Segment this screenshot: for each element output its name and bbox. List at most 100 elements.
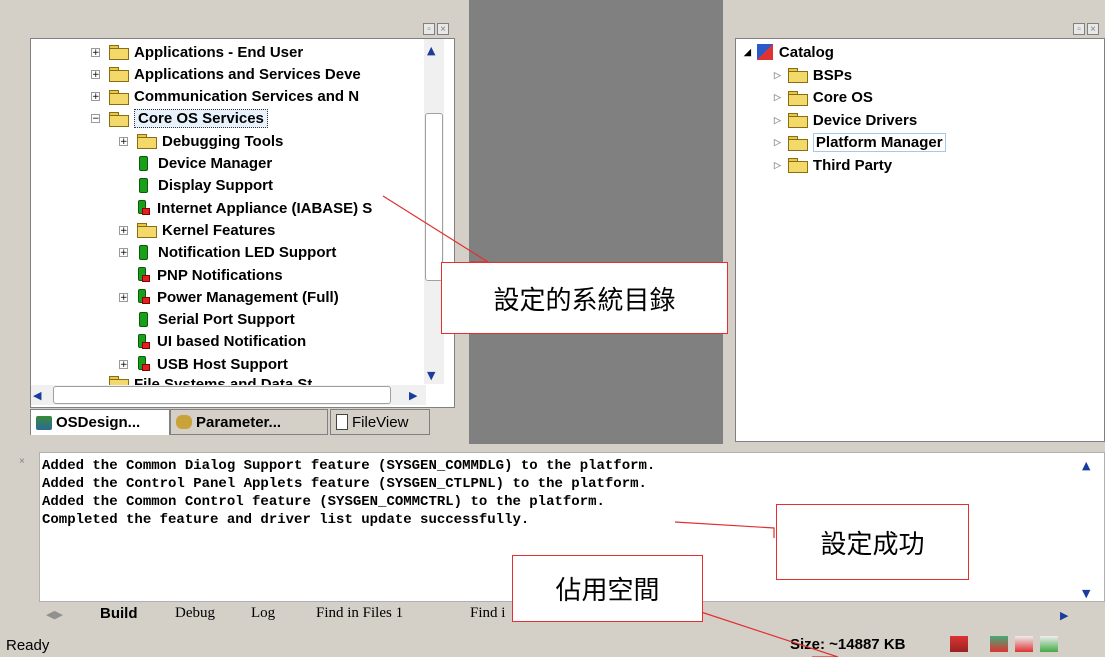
output-scroll-up-arrow-icon[interactable]: ▲ bbox=[1082, 459, 1090, 472]
callout-success: 設定成功 bbox=[776, 504, 969, 580]
tab-osdesign-label: OSDesign... bbox=[56, 414, 141, 431]
tree-item-label: Notification LED Support bbox=[158, 244, 337, 262]
size-indicator: Size: ~14887 KB bbox=[790, 636, 906, 653]
parameter-icon bbox=[176, 415, 192, 429]
tree-item[interactable]: + Debugging Tools bbox=[119, 130, 283, 152]
tree-item[interactable]: + USB Host Support bbox=[119, 353, 288, 375]
tab-find-in-files-2[interactable]: Find i bbox=[470, 605, 505, 622]
scroll-up-arrow-icon[interactable]: ▲ bbox=[427, 44, 435, 57]
catalog-item[interactable]: ▷ Platform Manager bbox=[774, 132, 946, 154]
tree-item[interactable]: + Applications and Services Deve bbox=[91, 63, 361, 85]
expand-triangle-icon[interactable]: ▷ bbox=[774, 137, 781, 148]
expand-triangle-icon[interactable]: ▷ bbox=[774, 115, 781, 126]
expand-icon[interactable]: + bbox=[119, 225, 128, 235]
tree-item-label: Applications and Services Deve bbox=[134, 65, 361, 83]
expand-icon[interactable]: + bbox=[119, 136, 128, 146]
output-scroll-down-arrow-icon[interactable]: ▼ bbox=[1082, 587, 1090, 600]
expand-icon[interactable]: + bbox=[91, 47, 100, 57]
scroll-left-arrow-icon[interactable]: ◀ bbox=[33, 389, 41, 402]
tab-log[interactable]: Log bbox=[251, 605, 275, 622]
output-right-arrow-icon[interactable]: ▶ bbox=[1060, 609, 1068, 622]
tab-debug[interactable]: Debug bbox=[175, 605, 215, 622]
tree-item[interactable]: − Core OS Services bbox=[91, 108, 268, 130]
catalog-root-label: Catalog bbox=[778, 43, 834, 61]
scroll-down-arrow-icon[interactable]: ▼ bbox=[427, 369, 435, 382]
left-pane-close-button[interactable]: × bbox=[437, 23, 449, 35]
component-warning-icon bbox=[138, 333, 150, 350]
tree-item[interactable]: UI based Notification bbox=[119, 331, 306, 353]
catalog-panel: ◢ Catalog ▷ BSPs ▷ Core OS ▷ Device Drivers ▷ P… bbox=[735, 38, 1105, 442]
expand-triangle-icon[interactable]: ▷ bbox=[774, 160, 781, 171]
catalog-item[interactable]: ▷ Device Drivers bbox=[774, 109, 917, 131]
folder-icon bbox=[136, 134, 158, 150]
catalog-item[interactable]: ▷ Third Party bbox=[774, 154, 892, 176]
center-empty-area bbox=[469, 0, 723, 444]
output-tabs-left-arrow-icon[interactable]: ◀▶ bbox=[46, 608, 63, 621]
catalog-icon bbox=[756, 44, 773, 60]
tree-item-label: Display Support bbox=[158, 177, 274, 195]
tab-osdesign[interactable]: OSDesign... bbox=[30, 409, 170, 435]
tree-item-label: UI based Notification bbox=[157, 333, 307, 351]
status-bar: Ready Size: ~14887 KB bbox=[0, 633, 1105, 657]
component-icon bbox=[139, 156, 148, 171]
tree-item[interactable]: Display Support bbox=[119, 175, 273, 197]
tree-item[interactable]: Device Manager bbox=[119, 153, 272, 175]
catalog-close-button[interactable]: × bbox=[1087, 23, 1099, 35]
tree-item-label: USB Host Support bbox=[157, 355, 288, 373]
collapse-icon[interactable]: − bbox=[91, 114, 100, 124]
component-warning-icon bbox=[138, 200, 150, 216]
catalog-item-label: BSPs bbox=[812, 66, 853, 84]
left-tree-panel: + Applications - End User + Applications an… bbox=[30, 38, 455, 408]
expand-triangle-icon[interactable]: ▷ bbox=[774, 92, 781, 103]
callout-space: 佔用空間 bbox=[512, 555, 703, 622]
fileview-icon bbox=[336, 414, 348, 430]
collapse-triangle-icon[interactable]: ◢ bbox=[744, 47, 751, 58]
tree-item[interactable]: PNP Notifications bbox=[119, 264, 283, 286]
tree-horizontal-scroll-thumb[interactable] bbox=[53, 386, 391, 404]
connect-icon[interactable] bbox=[1040, 636, 1058, 652]
catalog-item[interactable]: ▷ BSPs bbox=[774, 64, 852, 86]
left-pane-restore-button[interactable]: ▫ bbox=[423, 23, 435, 35]
debug-icon[interactable] bbox=[990, 636, 1008, 652]
folder-icon bbox=[787, 90, 809, 106]
expand-icon[interactable]: + bbox=[91, 69, 100, 79]
tree-vertical-scroll-thumb[interactable] bbox=[425, 113, 443, 281]
expand-icon[interactable]: + bbox=[119, 359, 128, 369]
component-warning-icon bbox=[138, 267, 150, 283]
catalog-item-label: Platform Manager bbox=[812, 133, 946, 152]
tree-item[interactable]: + Notification LED Support bbox=[119, 242, 336, 264]
expand-icon[interactable]: + bbox=[91, 92, 100, 102]
catalog-restore-button[interactable]: ▫ bbox=[1073, 23, 1085, 35]
tree-item[interactable]: + Communication Services and N bbox=[91, 86, 359, 108]
tab-parameter[interactable]: Parameter... bbox=[170, 409, 328, 435]
expand-icon[interactable]: + bbox=[119, 292, 128, 302]
component-icon bbox=[139, 178, 148, 194]
component-warning-icon bbox=[138, 289, 150, 305]
catalog-root[interactable]: ◢ Catalog bbox=[744, 41, 834, 63]
target-icon[interactable] bbox=[1015, 636, 1033, 652]
tab-find-in-files-1[interactable]: Find in Files 1 bbox=[316, 605, 403, 622]
folder-icon bbox=[108, 111, 130, 127]
tab-build[interactable]: Build bbox=[100, 605, 138, 622]
tree-item-label: Kernel Features bbox=[162, 221, 276, 239]
tree-item[interactable]: + Power Management (Full) bbox=[119, 286, 339, 308]
status-text: Ready bbox=[6, 637, 50, 654]
tree-item[interactable]: + Kernel Features bbox=[119, 219, 275, 241]
catalog-item[interactable]: ▷ Core OS bbox=[774, 87, 873, 109]
folder-icon bbox=[787, 158, 809, 173]
folder-icon bbox=[787, 113, 809, 128]
build-icon[interactable] bbox=[950, 636, 968, 652]
output-line: Added the Control Panel Applets feature … bbox=[42, 476, 647, 492]
tree-item[interactable]: Serial Port Support bbox=[119, 309, 295, 331]
tree-item[interactable]: + Applications - End User bbox=[91, 41, 303, 63]
tab-fileview[interactable]: FileView bbox=[330, 409, 430, 435]
tree-item-label: Communication Services and N bbox=[134, 88, 360, 106]
left-pane-titlebar bbox=[0, 0, 455, 20]
callout-system-dir: 設定的系統目錄 bbox=[441, 262, 728, 334]
tree-item[interactable]: Internet Appliance (IABASE) S bbox=[119, 197, 372, 219]
output-text: Added the Common Dialog Support feature … bbox=[42, 457, 655, 529]
scroll-right-arrow-icon[interactable]: ▶ bbox=[409, 389, 417, 402]
output-restore-icon[interactable]: × bbox=[19, 456, 31, 468]
expand-icon[interactable]: + bbox=[119, 248, 128, 258]
expand-triangle-icon[interactable]: ▷ bbox=[774, 70, 781, 81]
